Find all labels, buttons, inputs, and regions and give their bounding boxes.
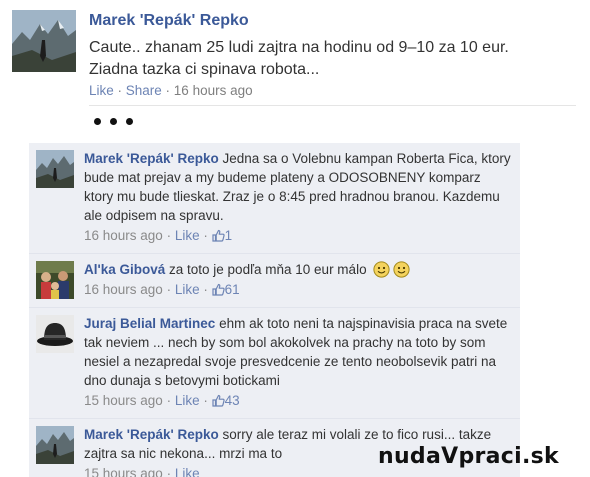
post-author-name[interactable]: Marek 'Repák' Repko: [89, 12, 249, 30]
smiley-icon: [373, 261, 390, 278]
comment-item: Al'ka Gibová za toto je podľa mňa 10 eur…: [29, 254, 520, 308]
meta-separator: ·: [199, 393, 212, 408]
post-message-line: Ziadna tazka ci spinava robota...: [89, 61, 320, 78]
meta-separator: ·: [162, 282, 175, 297]
ellipsis-indicator: [94, 118, 133, 125]
post-share-link[interactable]: Share: [126, 83, 162, 98]
comment-meta: 16 hours ago · Like · 1: [84, 226, 512, 247]
post-message: Caute.. zhanam 25 ludi zajtra na hodinu …: [89, 37, 569, 81]
thumbs-up-icon[interactable]: [211, 393, 225, 412]
comment-author[interactable]: Marek 'Repák' Repko: [84, 151, 219, 166]
comment-author[interactable]: Al'ka Gibová: [84, 262, 165, 277]
comment-avatar[interactable]: [36, 426, 74, 464]
comment-item: Juraj Belial Martinec ehm ak toto neni t…: [29, 308, 520, 419]
thumbs-up-icon[interactable]: [211, 228, 225, 247]
comment-body: Juraj Belial Martinec ehm ak toto neni t…: [84, 308, 520, 418]
meta-separator: ·: [162, 228, 175, 243]
comment-text: za toto je podľa mňa 10 eur málo: [169, 262, 367, 277]
comment-body: Marek 'Repák' Repko Jedna sa o Volebnu k…: [84, 143, 520, 253]
post-author-avatar[interactable]: [12, 10, 76, 72]
comment-timestamp[interactable]: 16 hours ago: [84, 282, 163, 297]
comment-avatar[interactable]: [36, 150, 74, 188]
comment-timestamp[interactable]: 15 hours ago: [84, 466, 163, 477]
comment-like-link[interactable]: Like: [175, 393, 200, 408]
meta-separator: ·: [199, 282, 212, 297]
post-timestamp[interactable]: 16 hours ago: [174, 83, 253, 98]
comment-like-link[interactable]: Like: [175, 228, 200, 243]
post-actions: Like · Share · 16 hours ago: [89, 83, 253, 98]
thumbs-up-icon[interactable]: [211, 282, 225, 301]
comment-item: Marek 'Repák' Repko Jedna sa o Volebnu k…: [29, 143, 520, 254]
comment-like-link[interactable]: Like: [175, 466, 200, 477]
comment-avatar[interactable]: [36, 315, 74, 353]
post-like-link[interactable]: Like: [89, 83, 114, 98]
meta-separator: ·: [162, 393, 175, 408]
ellipsis-dot: [94, 118, 101, 125]
comment-list: Marek 'Repák' Repko Jedna sa o Volebnu k…: [29, 143, 520, 477]
comment-meta: 15 hours ago · Like · 43: [84, 391, 512, 412]
meta-separator: ·: [199, 228, 212, 243]
post-actions-separator: ·: [161, 83, 174, 98]
comment-like-link[interactable]: Like: [175, 282, 200, 297]
comment-like-count[interactable]: 61: [225, 282, 240, 297]
post-actions-separator: ·: [113, 83, 126, 98]
post-divider: [89, 105, 576, 106]
ellipsis-dot: [126, 118, 133, 125]
watermark: nudaVpraci.sk: [378, 444, 559, 469]
comment-author[interactable]: Juraj Belial Martinec: [84, 316, 215, 331]
smiley-icon: [393, 261, 410, 278]
comment-timestamp[interactable]: 15 hours ago: [84, 393, 163, 408]
ellipsis-dot: [110, 118, 117, 125]
post-message-line: Caute.. zhanam 25 ludi zajtra na hodinu …: [89, 39, 509, 56]
comment-meta: 16 hours ago · Like · 61: [84, 280, 512, 301]
comment-timestamp[interactable]: 16 hours ago: [84, 228, 163, 243]
comment-avatar[interactable]: [36, 261, 74, 299]
meta-separator: ·: [162, 466, 175, 477]
comment-like-count[interactable]: 43: [225, 393, 240, 408]
comment-like-count[interactable]: 1: [225, 228, 233, 243]
comment-author[interactable]: Marek 'Repák' Repko: [84, 427, 219, 442]
feed-post: Marek 'Repák' Repko Caute.. zhanam 25 lu…: [12, 10, 578, 110]
comment-body: Al'ka Gibová za toto je podľa mňa 10 eur…: [84, 254, 520, 307]
